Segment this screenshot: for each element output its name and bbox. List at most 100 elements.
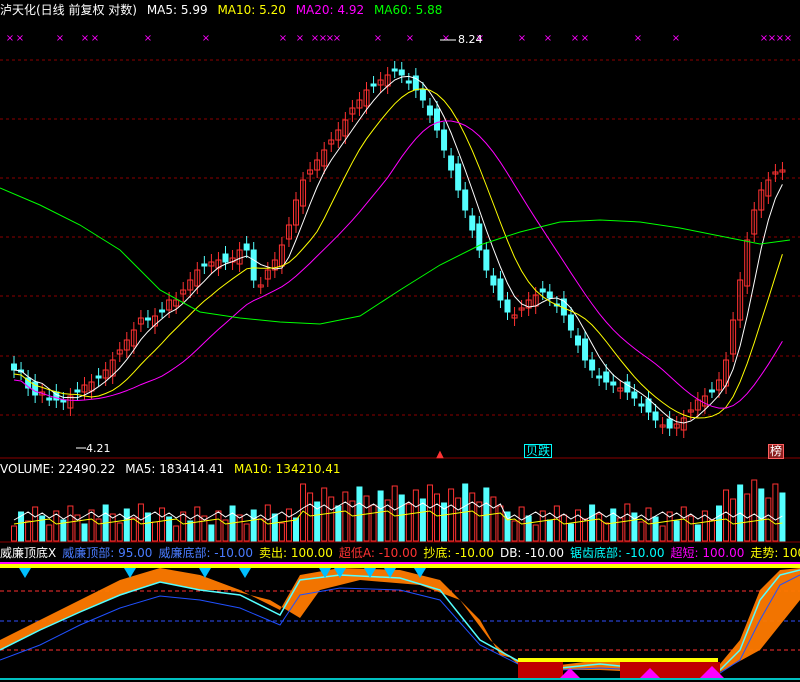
volume-bar bbox=[448, 488, 455, 542]
volume-ma10: MA10: 134210.41 bbox=[233, 462, 341, 476]
volume-bar bbox=[751, 479, 758, 542]
volume-bar bbox=[603, 522, 610, 542]
volume-bar bbox=[194, 506, 201, 542]
volume-bar bbox=[694, 524, 701, 542]
volume-bar bbox=[426, 484, 433, 542]
volume-bar bbox=[582, 518, 589, 542]
candlestick bbox=[631, 391, 638, 399]
low-price-label: 4.21 bbox=[86, 442, 111, 455]
volume-bar bbox=[152, 521, 158, 542]
candlestick bbox=[60, 399, 67, 403]
volume-bar bbox=[567, 523, 574, 542]
candlestick bbox=[603, 371, 610, 383]
volume-bar bbox=[673, 520, 680, 542]
volume-bar bbox=[243, 523, 250, 542]
volume-bar bbox=[624, 503, 631, 542]
candlestick bbox=[596, 375, 603, 379]
candlestick bbox=[426, 105, 433, 116]
volume-bar bbox=[490, 496, 497, 542]
candlestick bbox=[419, 89, 426, 101]
indicator-item: DB: -10.00 bbox=[499, 546, 564, 560]
signal-x-marker: × bbox=[634, 33, 642, 44]
signal-x-marker: × bbox=[374, 33, 382, 44]
volume-bar bbox=[159, 507, 166, 542]
volume-ma5: MA5: 183414.41 bbox=[125, 462, 225, 476]
ma60-line bbox=[0, 187, 791, 325]
indicator-item: 威廉底部: -10.00 bbox=[158, 546, 253, 560]
volume-bar bbox=[293, 517, 299, 542]
candlestick bbox=[539, 288, 546, 293]
ma20-line bbox=[13, 120, 783, 409]
candlestick bbox=[441, 129, 448, 151]
volume-bar bbox=[553, 505, 560, 542]
volume-bar bbox=[589, 504, 596, 542]
candlestick bbox=[201, 263, 208, 267]
signal-x-marker: × bbox=[81, 33, 89, 44]
volume-bar bbox=[772, 483, 779, 542]
volume-bar bbox=[716, 505, 722, 542]
volume-bar bbox=[215, 510, 222, 542]
rank-signal-badge[interactable]: 榜 bbox=[768, 444, 785, 459]
signal-x-marker: × bbox=[581, 33, 589, 44]
volume-bar bbox=[356, 486, 363, 542]
candlestick bbox=[490, 275, 497, 286]
candlestick bbox=[546, 291, 553, 299]
volume-bar bbox=[758, 488, 765, 542]
indicator-top-band bbox=[0, 564, 800, 568]
volume-bar bbox=[405, 503, 412, 542]
candlestick bbox=[589, 359, 596, 371]
volume-bar bbox=[455, 497, 462, 542]
volume-bar bbox=[708, 519, 715, 542]
chart-canvas[interactable]: × × × × × × × × × × ××× × × × × × × × × × × × × × ×▲ bbox=[0, 0, 800, 682]
volume-bar bbox=[511, 520, 518, 542]
indicator-name: 威廉顶底X bbox=[0, 546, 57, 560]
volume-bar bbox=[25, 520, 32, 542]
volume-bar bbox=[116, 522, 123, 542]
buy-signal-badge[interactable]: 贝跌 bbox=[524, 444, 553, 458]
candlestick bbox=[74, 389, 81, 393]
signal-x-marker: × bbox=[518, 33, 526, 44]
volume-bar bbox=[723, 489, 730, 542]
signal-x-marker: × bbox=[333, 33, 341, 44]
high-price-label: 8.24 bbox=[458, 33, 483, 46]
signal-x-marker: × bbox=[6, 33, 14, 44]
ma10-line bbox=[13, 88, 783, 419]
volume-bar bbox=[180, 511, 187, 542]
williams-area bbox=[0, 568, 800, 672]
candlestick bbox=[159, 309, 166, 313]
volume-bar bbox=[363, 495, 370, 542]
indicator-item: 抄底: -10.00 bbox=[423, 546, 494, 560]
volume-bar bbox=[130, 517, 137, 542]
volume-bar bbox=[434, 493, 440, 542]
candlestick bbox=[144, 317, 151, 321]
volume-bar bbox=[208, 524, 215, 542]
volume-header: VOLUME: 22490.22 MA5: 183414.41 MA10: 13… bbox=[0, 461, 347, 477]
volume-bar bbox=[11, 525, 17, 542]
volume-bar bbox=[730, 498, 737, 542]
signal-x-marker: × bbox=[91, 33, 99, 44]
indicator-item: 锯齿底部: -10.00 bbox=[569, 546, 665, 560]
up-arrow-marker: ▲ bbox=[436, 449, 444, 460]
volume-bar bbox=[377, 490, 384, 542]
candlestick bbox=[497, 278, 504, 301]
volume-bar bbox=[680, 506, 687, 542]
volume-bar bbox=[187, 520, 194, 542]
indicator-item: 卖出: 100.00 bbox=[259, 546, 333, 560]
volume-bar bbox=[398, 494, 405, 542]
candlestick bbox=[405, 80, 412, 84]
volume-bar bbox=[546, 519, 553, 542]
indicator-item: 超短: 100.00 bbox=[670, 546, 745, 560]
volume-bar bbox=[638, 521, 645, 542]
volume-bar bbox=[67, 505, 74, 542]
volume-bar bbox=[532, 524, 539, 542]
signal-x-marker: × bbox=[56, 33, 64, 44]
volume-bar bbox=[497, 505, 504, 542]
volume-bar bbox=[173, 525, 180, 542]
candlestick bbox=[95, 375, 102, 379]
candlestick bbox=[250, 249, 257, 281]
signal-x-marker: × bbox=[784, 33, 792, 44]
signal-x-marker: × bbox=[279, 33, 287, 44]
signal-x-marker: × bbox=[672, 33, 680, 44]
volume-bar bbox=[271, 513, 278, 542]
volume-bar bbox=[342, 491, 349, 542]
